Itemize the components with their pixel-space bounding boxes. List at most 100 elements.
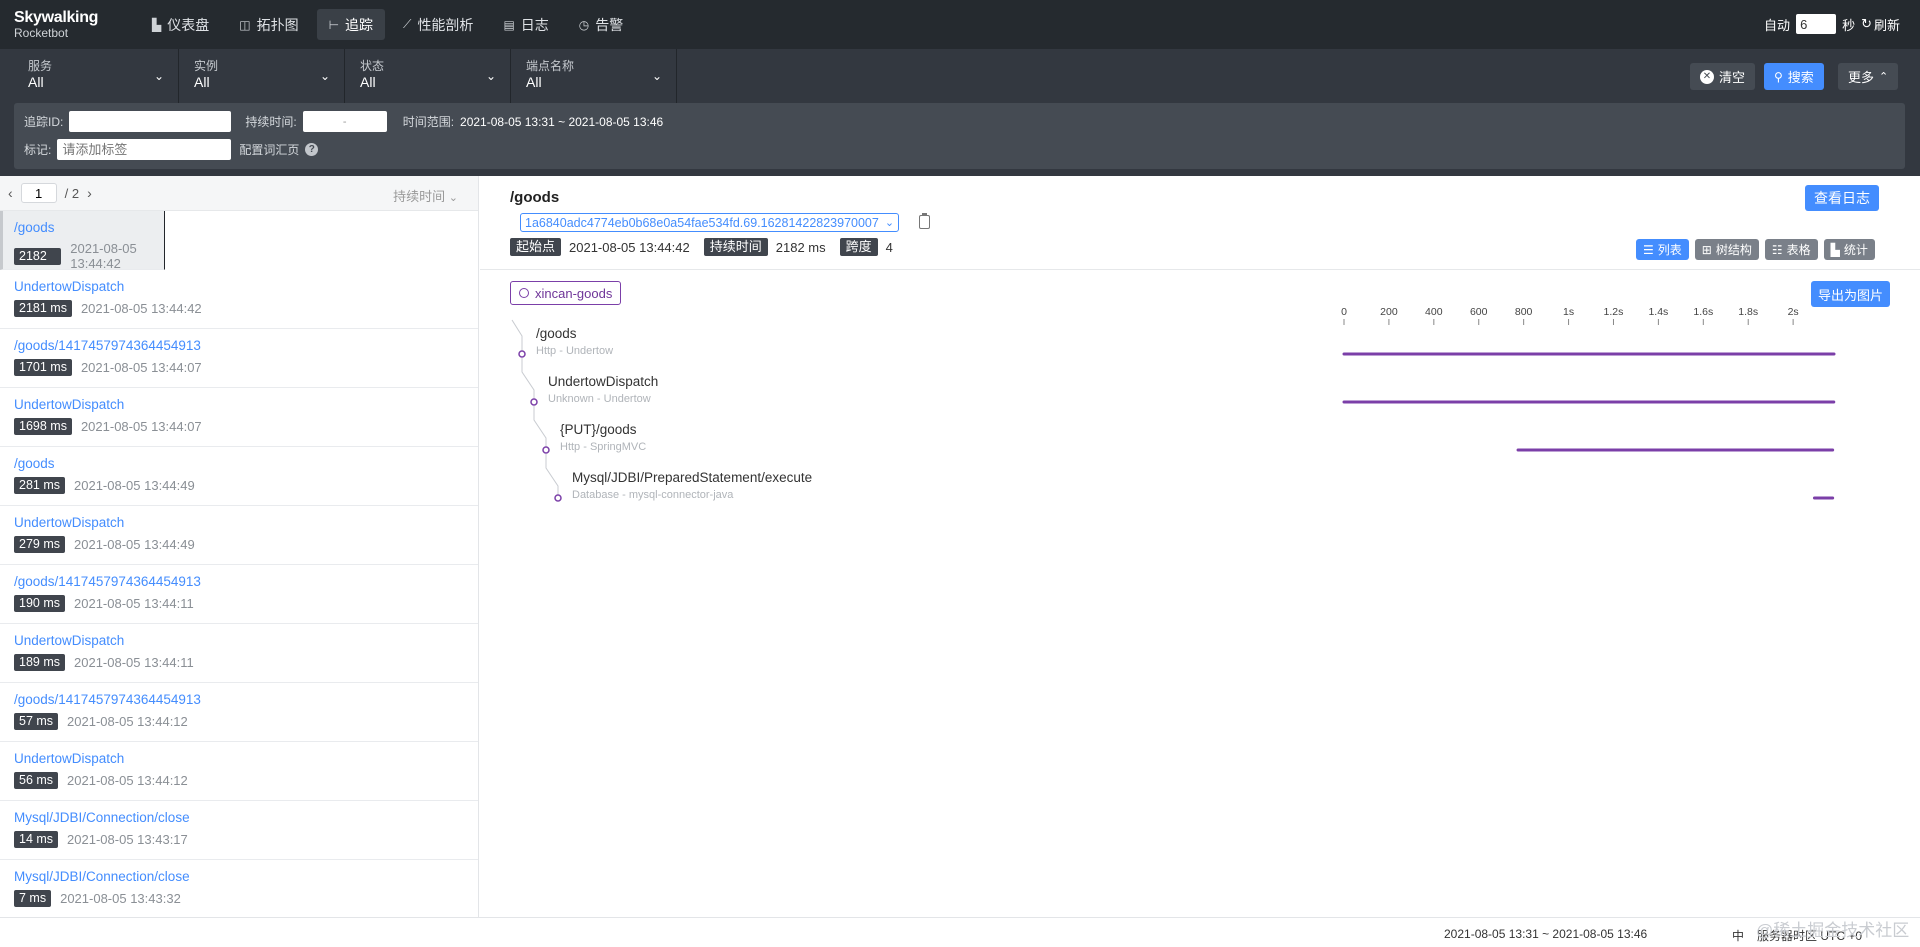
nav-item-log[interactable]: ▤ 日志 <box>491 9 560 40</box>
trace-endpoint: UndertowDispatch <box>14 397 125 412</box>
trace-list-item[interactable]: Mysql/JDBI/Connection/close 7 ms 2021-08-0… <box>0 860 478 919</box>
prev-page-icon[interactable]: ‹ <box>8 185 13 201</box>
trace-list-item[interactable]: UndertowDispatch 2181 ms 2021-08-05 13:44:… <box>0 270 478 329</box>
view-tree-button[interactable]: ⊞ 树结构 <box>1694 239 1759 260</box>
trace-list-item[interactable]: /goods 281 ms 2021-08-05 13:44:49 <box>0 447 478 506</box>
trace-meta: 1701 ms 2021-08-05 13:44:07 <box>14 359 478 376</box>
refresh-label: 刷新 <box>1873 17 1900 33</box>
auto-refresh-interval-input[interactable] <box>1796 14 1837 34</box>
copy-icon[interactable] <box>919 213 930 229</box>
view-label: 列表 <box>1657 243 1682 257</box>
view-logs-button[interactable]: 查看日志 <box>1805 185 1879 211</box>
trend-icon: ⟋ <box>403 17 412 31</box>
duration-range-input[interactable]: - <box>302 111 387 132</box>
duration-value: 2182 ms <box>775 239 826 255</box>
trace-list-item[interactable]: UndertowDispatch 279 ms 2021-08-05 13:44:4… <box>0 506 478 565</box>
duration-badge: 56 ms <box>14 772 59 789</box>
duration-badge: 14 ms <box>14 831 59 848</box>
trace-list-item[interactable]: /goods/1417457974364454913 1701 ms 2021-08… <box>0 329 478 388</box>
time-range-value[interactable]: 2021-08-05 13:31 ~ 2021-08-05 13:46 <box>460 115 663 129</box>
clear-button[interactable]: ✕ 清空 <box>1690 63 1756 90</box>
duration-badge: 1698 ms <box>14 418 72 435</box>
refresh-button[interactable]: ↻ 刷新 <box>1861 15 1900 34</box>
trace-timestamp: 2021-08-05 13:44:12 <box>67 714 188 729</box>
tags-input[interactable] <box>57 139 232 160</box>
trace-endpoint: /goods <box>14 456 55 471</box>
view-table-button[interactable]: ☷ 表格 <box>1764 239 1818 260</box>
next-page-icon[interactable]: › <box>87 185 92 201</box>
trace-meta: 190 ms 2021-08-05 13:44:11 <box>14 595 478 612</box>
trace-list-panel: ‹ / 2 › 持续时间 ⌄ /goods 2182 ms 2021-08-05 1… <box>0 176 479 919</box>
search-icon: ⚲ <box>1774 69 1783 84</box>
view-label: 表格 <box>1786 243 1811 257</box>
span-name[interactable]: {PUT}/goods <box>560 422 637 437</box>
trace-timestamp: 2021-08-05 13:44:11 <box>74 655 194 670</box>
export-image-button[interactable]: 导出为图片 <box>1811 281 1891 307</box>
trace-id-input[interactable] <box>69 111 232 132</box>
view-statistics-button[interactable]: ▙ 统计 <box>1823 239 1875 260</box>
config-vocabulary-link[interactable]: 配置词汇页 <box>239 141 299 158</box>
axis-tick-label: 1s <box>1563 306 1574 318</box>
span-component: Http - SpringMVC <box>560 441 647 453</box>
trace-list-item[interactable]: /goods 2182 ms 2021-08-05 13:44:42 <box>0 211 165 280</box>
nav-item-profile[interactable]: ⟋ 性能剖析 <box>391 9 485 40</box>
trace-meta: 1698 ms 2021-08-05 13:44:07 <box>14 418 478 435</box>
watermark: @稀土掘金技术社区 <box>1756 921 1910 940</box>
page-number-input[interactable] <box>20 183 57 203</box>
help-icon[interactable]: ? <box>305 143 319 156</box>
footer-time-range[interactable]: 2021-08-05 13:31 ~ 2021-08-05 13:46 <box>1444 927 1647 941</box>
service-color-icon <box>519 288 529 298</box>
trace-list-item[interactable]: UndertowDispatch 189 ms 2021-08-05 13:44:1… <box>0 624 478 683</box>
tree-connector <box>521 358 535 402</box>
language-switch[interactable]: 中 <box>1732 927 1744 944</box>
nav-item-trace[interactable]: ⊢ 追踪 <box>316 9 386 40</box>
trace-id-select[interactable]: 1a6840adc4774eb0b68e0a54fae534fd.69.1628… <box>520 213 900 232</box>
span-name[interactable]: Mysql/JDBI/PreparedStatement/execute <box>572 470 812 485</box>
status-select[interactable]: 状态 All ⌄ <box>346 49 511 103</box>
nav-item-label: 追踪 <box>345 16 374 33</box>
trace-list-item[interactable]: UndertowDispatch 1698 ms 2021-08-05 13:44:… <box>0 388 478 447</box>
view-list-button[interactable]: ☰ 列表 <box>1636 239 1689 260</box>
nav-item-label: 告警 <box>595 16 624 33</box>
trace-endpoint: Mysql/JDBI/Connection/close <box>14 810 190 825</box>
trace-timestamp: 2021-08-05 13:43:32 <box>60 891 181 906</box>
nav-item-dashboard[interactable]: ▙ 仪表盘 <box>140 9 221 40</box>
nav-item-alarm[interactable]: ◷ 告警 <box>567 9 635 40</box>
nav-item-label: 仪表盘 <box>167 16 210 33</box>
span-node <box>530 398 538 406</box>
span-name[interactable]: UndertowDispatch <box>548 374 658 389</box>
service-chip[interactable]: xincan-goods <box>510 281 622 305</box>
trace-list-item[interactable]: Mysql/JDBI/Connection/close 14 ms 2021-08-… <box>0 801 478 860</box>
trace-endpoint: /goods/1417457974364454913 <box>14 338 201 353</box>
chevron-down-icon: ⌄ <box>153 69 164 83</box>
trace-timestamp: 2021-08-05 13:43:17 <box>67 832 188 847</box>
axis-tick-label: 400 <box>1425 306 1443 318</box>
chevron-down-icon: ⌄ <box>884 217 895 229</box>
trace-list-item[interactable]: /goods/1417457974364454913 57 ms 2021-08-0… <box>0 683 478 742</box>
clear-label: 清空 <box>1719 70 1746 85</box>
search-button[interactable]: ⚲ 搜索 <box>1764 63 1824 90</box>
trace-list-item[interactable]: UndertowDispatch 56 ms 2021-08-05 13:44:12 <box>0 742 478 801</box>
trace-timestamp: 2021-08-05 13:44:11 <box>74 596 194 611</box>
service-select[interactable]: 服务 All ⌄ <box>14 49 179 103</box>
chevron-down-icon: ⌄ <box>485 69 496 83</box>
instance-select[interactable]: 实例 All ⌄ <box>180 49 345 103</box>
endpoint-select[interactable]: 端点名称 All ⌄ <box>512 49 677 103</box>
nav-item-topology[interactable]: ◫ 拓扑图 <box>227 9 310 40</box>
advanced-row-2: 标记: 配置词汇页 ? <box>24 139 319 160</box>
sort-by-duration[interactable]: 持续时间 ⌄ <box>393 186 458 205</box>
more-button[interactable]: 更多 ⌃ <box>1838 63 1899 90</box>
span-name[interactable]: /goods <box>536 326 577 341</box>
trace-list-item[interactable]: /goods/1417457974364454913 190 ms 2021-08-… <box>0 565 478 624</box>
trace-meta: 56 ms 2021-08-05 13:44:12 <box>14 772 478 789</box>
skywalking-logo[interactable]: Skywalking Rocketbot <box>14 9 98 40</box>
tree-icon: ⊞ <box>1701 242 1712 257</box>
start-time-value: 2021-08-05 13:44:42 <box>569 239 690 255</box>
trace-meta: 281 ms 2021-08-05 13:44:49 <box>14 477 478 494</box>
axis-tick-label: 0 <box>1341 306 1347 318</box>
duration-badge: 279 ms <box>14 536 65 553</box>
trace-id-label: 追踪ID: <box>24 115 64 129</box>
trace-summary: 起始点 2021-08-05 13:44:42 持续时间 2182 ms 跨度 … <box>510 238 893 256</box>
chevron-up-icon: ⌃ <box>1879 71 1889 83</box>
trace-meta: 14 ms 2021-08-05 13:43:17 <box>14 831 478 848</box>
